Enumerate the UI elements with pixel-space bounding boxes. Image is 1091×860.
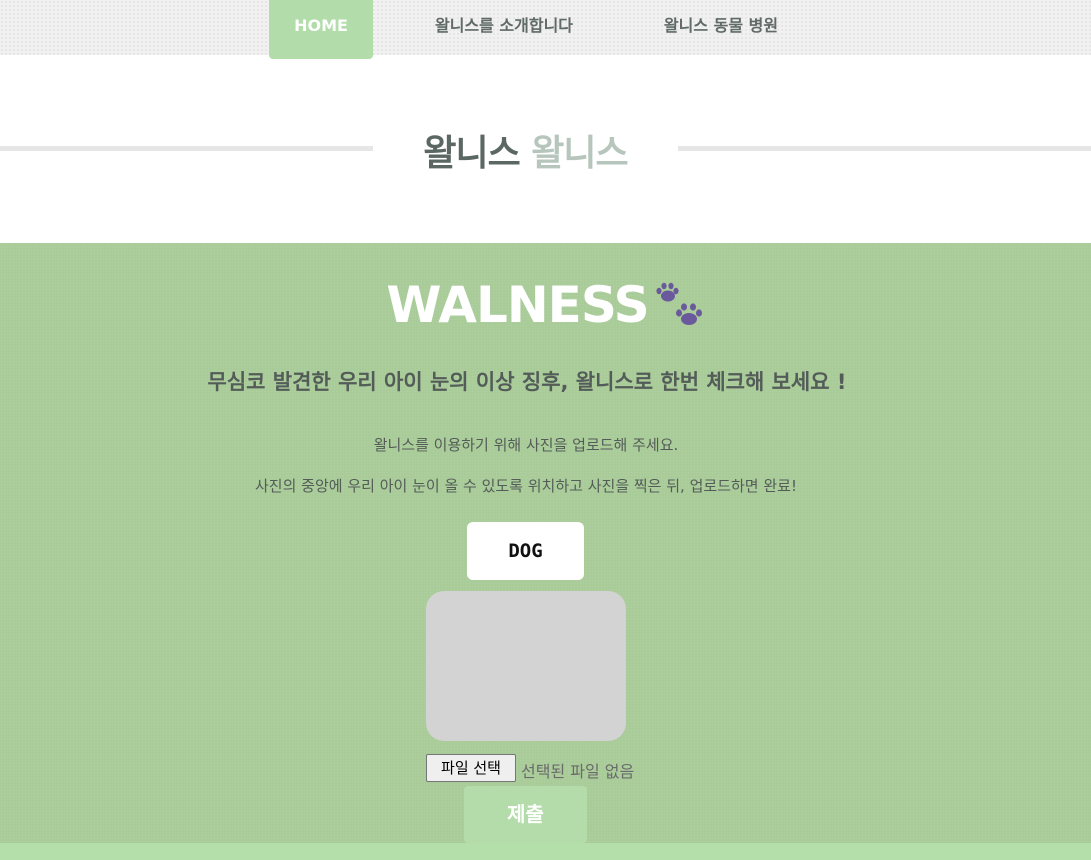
upload-instruction: 왈니스를 이용하기 위해 사진을 업로드해 주세요.	[373, 436, 679, 454]
image-preview	[426, 591, 626, 741]
nav-animal-hospital[interactable]: 왈니스 동물 병원	[650, 0, 792, 55]
page-title-part2: 왈니스	[531, 133, 628, 174]
dog-button[interactable]: DOG	[467, 522, 584, 580]
photo-instruction: 사진의 중앙에 우리 아이 눈이 올 수 있도록 위치하고 사진을 찍은 뒤, …	[255, 477, 797, 495]
headline: 무심코 발견한 우리 아이 눈의 이상 징후, 왈니스로 한번 체크해 보세요 …	[207, 370, 847, 394]
file-select-button[interactable]: 파일 선택	[426, 754, 516, 782]
top-nav: HOME 왈니스를 소개합니다 왈니스 동물 병원	[0, 0, 1091, 59]
nav-about-walness[interactable]: 왈니스를 소개합니다	[418, 0, 590, 55]
file-status-text: 선택된 파일 없음	[521, 762, 635, 781]
page-title-part1: 왈니스	[423, 133, 520, 174]
paw-prints-icon	[653, 281, 705, 341]
submit-button[interactable]: 제출	[464, 786, 587, 843]
nav-home[interactable]: HOME	[269, 0, 373, 59]
title-divider-left	[0, 146, 373, 151]
footer-strip	[0, 843, 1091, 860]
page-title: 왈니스 왈니스	[373, 124, 678, 176]
brand-heading: WALNESS	[0, 276, 1091, 339]
title-divider-right	[678, 146, 1091, 151]
brand-name: WALNESS	[386, 276, 649, 334]
